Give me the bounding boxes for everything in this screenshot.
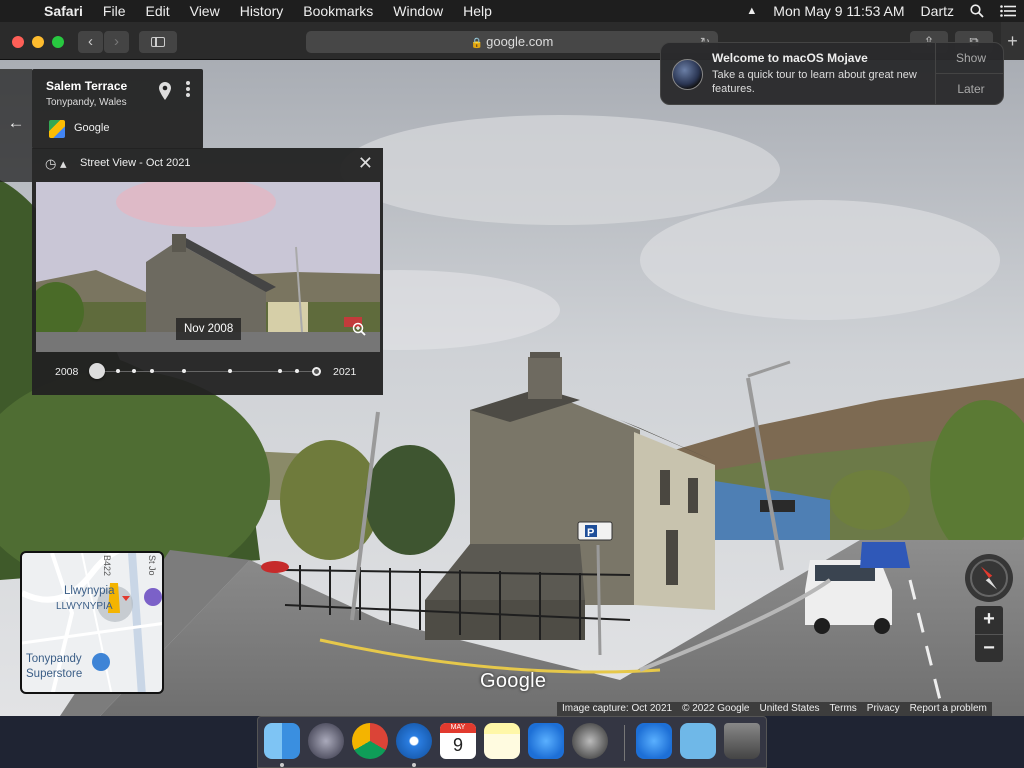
address-bar-url: google.com: [486, 34, 554, 49]
menu-bookmarks[interactable]: Bookmarks: [293, 3, 383, 19]
back-button[interactable]: ‹: [78, 31, 103, 53]
road-sign-text: P: [587, 527, 594, 539]
app-store-icon[interactable]: [528, 723, 564, 759]
macos-mojave-icon: [672, 59, 703, 90]
system-preferences-icon[interactable]: [572, 723, 608, 759]
notification-later-button[interactable]: Later: [936, 74, 1003, 104]
mini-map[interactable]: Llwynypia LLWYNYPIA Tonypandy Superstore…: [20, 551, 164, 694]
google-maps-label: Google: [74, 122, 110, 134]
timeline-track[interactable]: [97, 371, 319, 372]
window-close-button[interactable]: [12, 36, 24, 48]
footer-privacy-link[interactable]: Privacy: [862, 702, 905, 716]
map-label-llwynypia: Llwynypia: [64, 585, 115, 597]
close-icon[interactable]: ✕: [358, 154, 373, 172]
notes-icon[interactable]: [484, 723, 520, 759]
location-pin-icon[interactable]: [159, 82, 171, 105]
history-icon[interactable]: ◷ ▴: [45, 156, 66, 172]
more-options-icon[interactable]: [186, 81, 192, 99]
footer-terms-link[interactable]: Terms: [825, 702, 862, 716]
finder-icon[interactable]: [264, 723, 300, 759]
menu-history[interactable]: History: [230, 3, 294, 19]
timeline-point[interactable]: [182, 369, 186, 373]
map-label-superstore: Superstore: [26, 668, 83, 680]
preview-date-badge: Nov 2008: [176, 318, 242, 340]
google-maps-logo-icon: [49, 120, 65, 138]
timeline-point[interactable]: [295, 369, 299, 373]
new-tab-button[interactable]: +: [1001, 22, 1024, 60]
zoom-controls: + −: [975, 606, 1003, 662]
window-minimize-button[interactable]: [32, 36, 44, 48]
history-panel-title: Street View - Oct 2021: [80, 157, 191, 169]
map-label-llwynypia-area: LLWYNYPIA: [56, 601, 113, 612]
timeline-point[interactable]: [278, 369, 282, 373]
safari-running-indicator: [412, 763, 416, 767]
google-wordmark: Google: [480, 670, 547, 692]
address-bar[interactable]: 🔒google.com ↻: [306, 31, 718, 53]
menubar-clock[interactable]: Mon May 9 11:53 AM: [765, 3, 912, 19]
menu-help[interactable]: Help: [453, 3, 502, 19]
timeline-end-year: 2021: [333, 366, 357, 378]
back-arrow-button[interactable]: ←: [0, 69, 32, 182]
safari-icon[interactable]: [396, 723, 432, 759]
footer-copyright: © 2022 Google: [682, 703, 750, 714]
map-label-tonypandy: Tonypandy: [26, 653, 82, 665]
map-road-st-john: St Jo: [147, 555, 157, 576]
menu-app-safari[interactable]: Safari: [40, 3, 93, 19]
sidebar-icon: [151, 37, 165, 47]
notification-actions: Show Later: [935, 43, 1003, 104]
app-store-download-icon[interactable]: [636, 723, 672, 759]
downloads-folder-icon[interactable]: [680, 723, 716, 759]
street-view-history-panel: ◷ ▴ Street View - Oct 2021 ✕ Nov 2008 20…: [32, 148, 383, 395]
dock-separator: [624, 725, 625, 761]
spotlight-search-icon[interactable]: [962, 4, 992, 18]
finder-running-indicator: [280, 763, 284, 767]
timeline-point[interactable]: [116, 369, 120, 373]
timeline-start-year: 2008: [55, 366, 79, 378]
chrome-icon[interactable]: [352, 723, 388, 759]
history-preview-image[interactable]: Nov 2008: [36, 182, 380, 352]
eject-icon[interactable]: ▲: [738, 5, 765, 17]
map-road-b4223: B422: [102, 555, 112, 577]
calendar-month: MAY: [440, 723, 476, 733]
footer-bar: Image capture: Oct 2021 © 2022 Google Un…: [557, 702, 992, 716]
notification-body: Take a quick tour to learn about great n…: [712, 69, 917, 95]
launchpad-icon[interactable]: [308, 723, 344, 759]
trash-icon[interactable]: [724, 723, 760, 759]
menubar-user[interactable]: Dartz: [913, 3, 962, 19]
menu-file[interactable]: File: [93, 3, 136, 19]
lock-icon: 🔒: [470, 38, 484, 49]
menu-window[interactable]: Window: [383, 3, 453, 19]
notification-title: Welcome to macOS Mojave: [712, 51, 868, 65]
timeline-current-marker[interactable]: [312, 367, 321, 376]
menu-edit[interactable]: Edit: [135, 3, 179, 19]
footer-region-link[interactable]: United States: [755, 702, 825, 716]
notification-center-icon[interactable]: [992, 5, 1024, 17]
macos-menu-bar: Safari File Edit View History Bookmarks …: [0, 0, 1024, 22]
calendar-day: 9: [452, 735, 463, 755]
menu-view[interactable]: View: [180, 3, 230, 19]
notification-show-button[interactable]: Show: [936, 43, 1003, 74]
mojave-notification[interactable]: Welcome to macOS Mojave Take a quick tou…: [660, 42, 1004, 105]
footer-image-capture: Image capture: Oct 2021: [562, 703, 673, 714]
timeline-point[interactable]: [132, 369, 136, 373]
timeline-point[interactable]: [228, 369, 232, 373]
dock: MAY 9: [257, 716, 767, 768]
zoom-out-button[interactable]: −: [975, 634, 1003, 662]
timeline-slider-thumb[interactable]: [89, 363, 105, 379]
zoom-in-button[interactable]: +: [975, 606, 1003, 634]
place-title[interactable]: Salem Terrace: [46, 79, 127, 93]
compass-icon[interactable]: [965, 554, 1013, 602]
forward-button[interactable]: ›: [104, 31, 129, 53]
footer-report-link[interactable]: Report a problem: [905, 702, 992, 716]
timeline-point[interactable]: [150, 369, 154, 373]
zoom-in-icon[interactable]: [352, 322, 366, 336]
calendar-icon[interactable]: MAY 9: [440, 723, 476, 759]
window-fullscreen-button[interactable]: [52, 36, 64, 48]
place-subtitle: Tonypandy, Wales: [46, 97, 127, 108]
sidebar-toggle-button[interactable]: [139, 31, 177, 53]
place-card: Salem Terrace Tonypandy, Wales Google: [32, 69, 203, 149]
